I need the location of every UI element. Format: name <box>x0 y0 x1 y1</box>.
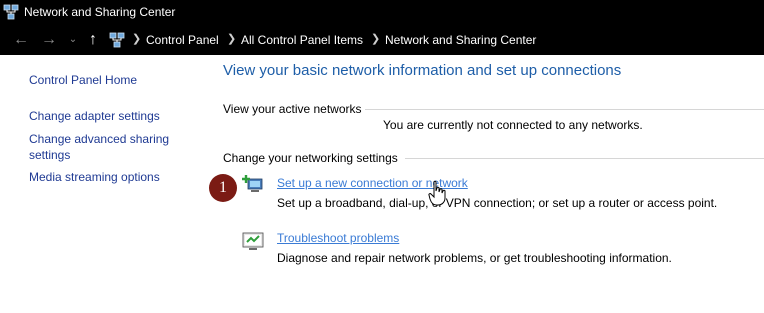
breadcrumb-network-sharing[interactable]: Network and Sharing Center <box>385 33 536 47</box>
hand-cursor-icon <box>428 180 446 206</box>
active-networks-label: View your active networks <box>223 102 362 116</box>
troubleshoot-description: Diagnose and repair network problems, or… <box>277 251 672 265</box>
troubleshoot-icon[interactable] <box>242 231 264 251</box>
divider <box>405 158 764 159</box>
breadcrumb-control-panel[interactable]: Control Panel <box>146 33 219 47</box>
sidebar-item-change-advanced-sharing-settings[interactable]: Change advanced sharing settings <box>29 131 179 163</box>
breadcrumb-separator-icon[interactable]: ❯ <box>371 32 380 45</box>
setup-connection-description: Set up a broadband, dial-up, or VPN conn… <box>277 196 718 210</box>
arrow-up-icon[interactable]: ↑ <box>84 31 102 49</box>
new-connection-icon[interactable] <box>242 174 264 194</box>
breadcrumb-all-items[interactable]: All Control Panel Items <box>241 33 363 47</box>
chevron-down-icon[interactable]: ⌄ <box>64 31 82 49</box>
control-panel-icon <box>109 32 125 48</box>
network-icon <box>3 4 19 20</box>
network-status-text: You are currently not connected to any n… <box>383 118 643 132</box>
sidebar-item-control-panel-home[interactable]: Control Panel Home <box>29 72 137 88</box>
breadcrumb-separator-icon[interactable]: ❯ <box>132 32 141 45</box>
window-title: Network and Sharing Center <box>24 5 176 19</box>
title-bar: Network and Sharing Center <box>0 0 764 26</box>
troubleshoot-link[interactable]: Troubleshoot problems <box>277 231 399 245</box>
sidebar-item-change-adapter-settings[interactable]: Change adapter settings <box>29 108 160 124</box>
address-bar: ← → ⌄ ↑ ❯ Control Panel ❯ All Control Pa… <box>0 26 764 55</box>
step-badge: 1 <box>209 174 237 202</box>
sidebar-item-media-streaming-options[interactable]: Media streaming options <box>29 169 160 185</box>
page-title: View your basic network information and … <box>223 62 622 79</box>
change-settings-label: Change your networking settings <box>223 151 398 165</box>
breadcrumb-separator-icon[interactable]: ❯ <box>227 32 236 45</box>
arrow-right-icon[interactable]: → <box>40 31 58 49</box>
divider <box>365 109 764 110</box>
arrow-left-icon[interactable]: ← <box>12 31 30 49</box>
